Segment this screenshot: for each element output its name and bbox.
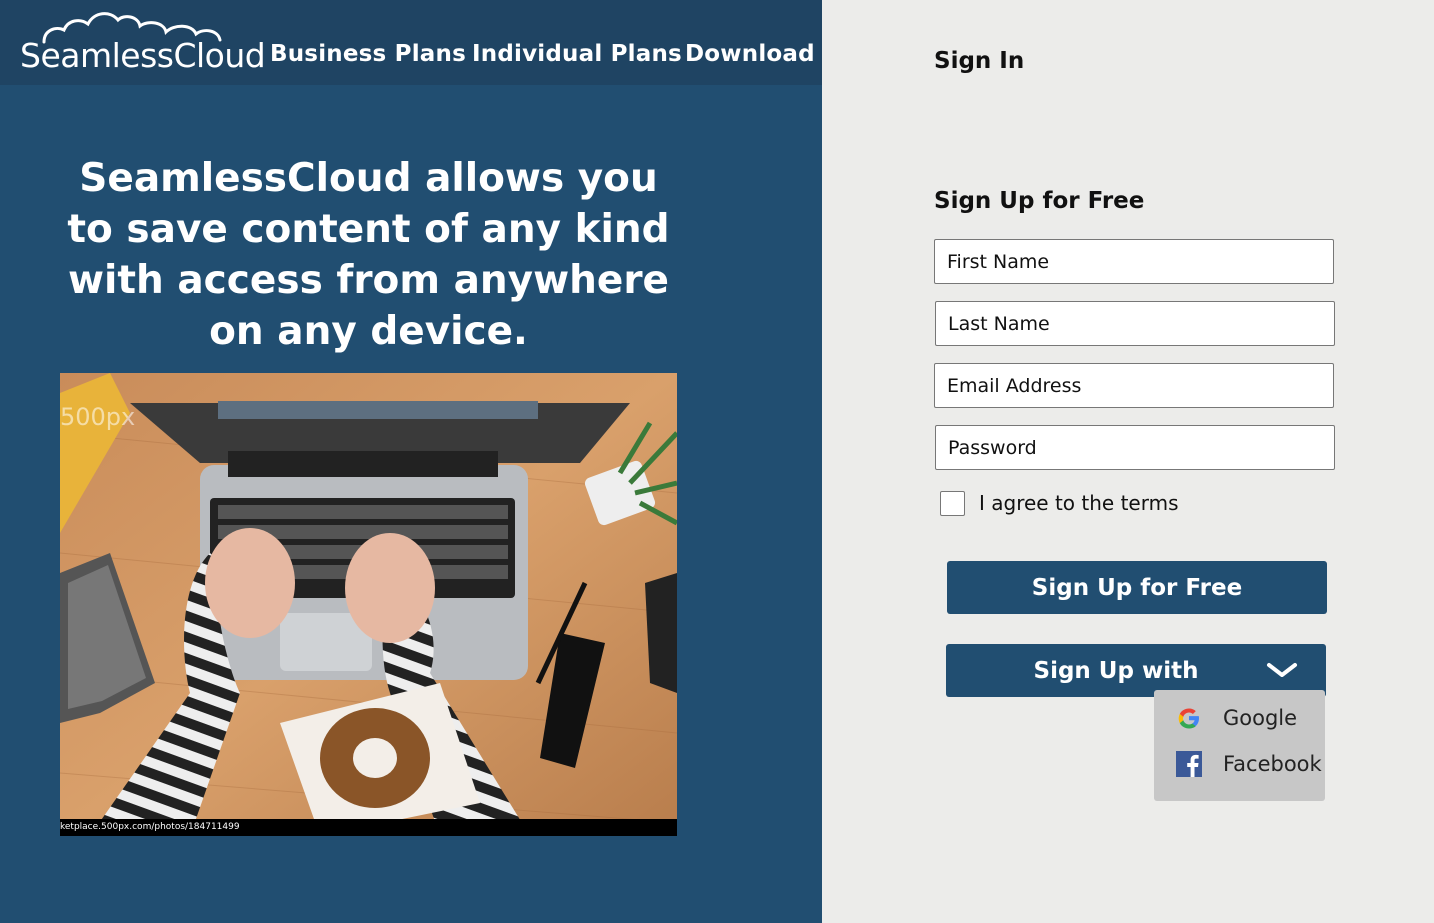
laptop-photo-illustration (60, 373, 677, 836)
email-field[interactable] (934, 363, 1334, 408)
photo-caption: ketplace.500px.com/photos/184711499 (60, 819, 677, 836)
first-name-field[interactable] (934, 239, 1334, 284)
sign-up-with-label: Sign Up with (1033, 657, 1199, 684)
menu-item-facebook[interactable]: Facebook (1154, 742, 1325, 786)
terms-label[interactable]: I agree to the terms (979, 491, 1179, 515)
sign-up-button-label: Sign Up for Free (1031, 574, 1243, 601)
photo-watermark: 500px (60, 403, 136, 431)
google-icon (1178, 708, 1199, 729)
logo-text: SeamlessCloud (20, 36, 266, 75)
last-name-field[interactable] (935, 301, 1335, 346)
nav-download[interactable]: Download (685, 41, 815, 67)
menu-item-google-label: Google (1223, 706, 1298, 730)
hero-photo: 500px ketplace.500px.com/photos/18471149… (60, 373, 677, 836)
password-field[interactable] (935, 425, 1335, 470)
top-navigation: SeamlessCloud Business Plans Individual … (0, 0, 822, 85)
sign-in-link[interactable]: Sign In (934, 48, 1024, 74)
sign-up-with-menu: Google Facebook (1154, 690, 1325, 801)
marketing-panel: SeamlessCloud Business Plans Individual … (0, 0, 822, 923)
chevron-down-icon (1267, 663, 1297, 677)
logo[interactable]: SeamlessCloud (18, 10, 266, 76)
sign-up-button[interactable]: Sign Up for Free (947, 561, 1327, 614)
nav-individual-plans[interactable]: Individual Plans (472, 41, 682, 67)
nav-business-plans[interactable]: Business Plans (270, 41, 466, 67)
terms-checkbox[interactable] (940, 490, 965, 516)
sign-up-heading: Sign Up for Free (934, 188, 1145, 214)
hero-headline: SeamlessCloud allows you to save content… (67, 156, 670, 354)
menu-item-facebook-label: Facebook (1223, 752, 1322, 776)
terms-agreement: I agree to the terms (940, 490, 1179, 516)
facebook-icon (1176, 751, 1202, 777)
menu-item-google[interactable]: Google (1154, 696, 1325, 740)
